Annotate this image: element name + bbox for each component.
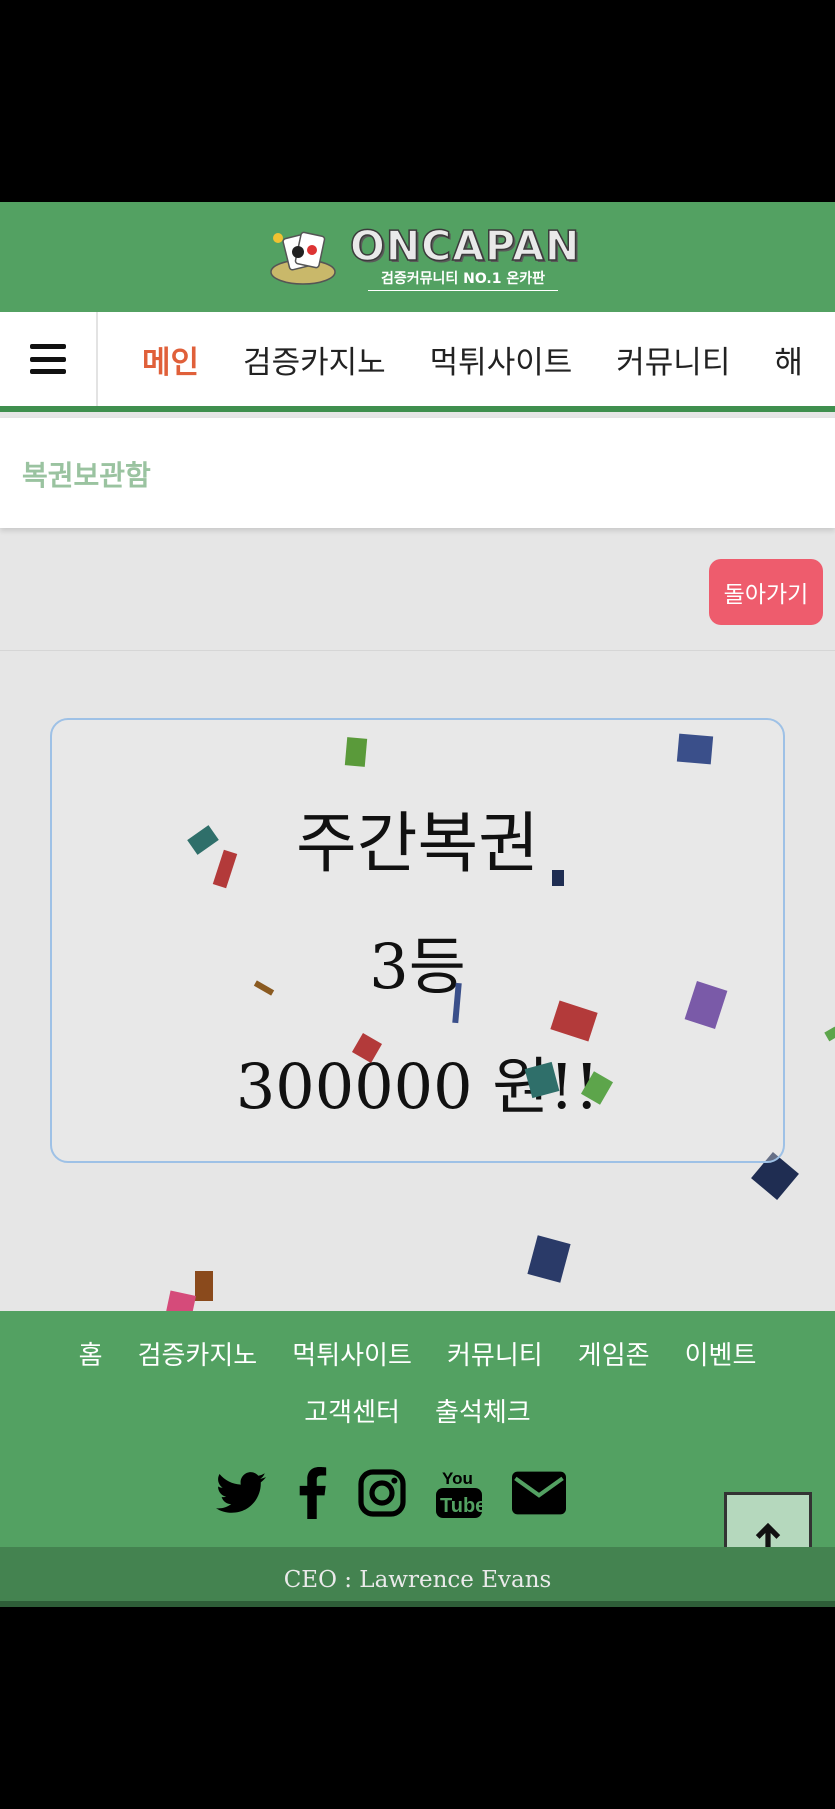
navigation-bar-area <box>0 1607 835 1809</box>
footer-bottom: CEO : Lawrence Evans <box>0 1547 835 1607</box>
nav-items: 메인 검증카지노 먹튀사이트 커뮤니티 해 <box>98 312 825 406</box>
nav-item-scam-sites[interactable]: 먹튀사이트 <box>408 337 595 382</box>
footer-link-verified-casino[interactable]: 검증카지노 <box>138 1329 258 1383</box>
nav-item-overflow[interactable]: 해 <box>752 337 825 382</box>
prize-title: 주간복권 <box>296 805 539 882</box>
social-links: You Tube <box>216 1463 596 1523</box>
ceo-info: CEO : Lawrence Evans <box>283 1567 552 1593</box>
youtube-icon[interactable]: You Tube <box>436 1466 482 1520</box>
instagram-icon[interactable] <box>358 1469 406 1517</box>
nav-item-main[interactable]: 메인 <box>98 337 221 382</box>
nav-item-verified-casino[interactable]: 검증카지노 <box>221 337 408 382</box>
logo-title: ONCAPAN <box>349 221 581 271</box>
back-button[interactable]: 돌아가기 <box>709 559 823 625</box>
footer: 홈 검증카지노 먹튀사이트 커뮤니티 게임존 이벤트 고객센터 출석체크 You… <box>0 1311 835 1547</box>
breadcrumb: 복권보관함 <box>0 418 835 528</box>
svg-text:You: You <box>442 1469 473 1488</box>
page-title: 복권보관함 <box>22 459 151 492</box>
status-bar-area <box>0 0 835 202</box>
prize-card: 주간복권 3등 300000 원!! <box>50 718 785 1163</box>
site-logo[interactable]: ONCAPAN 검증커뮤니티 NO.1 온카판 <box>268 220 580 292</box>
twitter-icon[interactable] <box>216 1471 266 1515</box>
footer-link-home[interactable]: 홈 <box>79 1329 103 1383</box>
footer-links: 홈 검증카지노 먹튀사이트 커뮤니티 게임존 이벤트 고객센터 출석체크 <box>0 1329 835 1443</box>
page: ONCAPAN 검증커뮤니티 NO.1 온카판 메인 검증카지노 먹튀사이트 커… <box>0 202 835 1607</box>
logo-subtitle: 검증커뮤니티 NO.1 온카판 <box>368 268 558 291</box>
nav-item-community[interactable]: 커뮤니티 <box>594 337 752 382</box>
footer-link-event[interactable]: 이벤트 <box>685 1329 757 1383</box>
facebook-icon[interactable] <box>296 1467 328 1519</box>
prize-rank: 3등 <box>369 930 466 1003</box>
footer-link-community[interactable]: 커뮤니티 <box>447 1329 543 1383</box>
logo-mascot-icon <box>270 231 336 285</box>
email-icon[interactable] <box>512 1471 566 1515</box>
footer-link-support[interactable]: 고객센터 <box>304 1386 400 1440</box>
svg-text:Tube: Tube <box>440 1495 482 1517</box>
hamburger-menu-button[interactable] <box>0 312 98 406</box>
footer-link-game-zone[interactable]: 게임존 <box>578 1329 650 1383</box>
hamburger-menu-icon <box>30 344 66 374</box>
header-band: ONCAPAN 검증커뮤니티 NO.1 온카판 <box>0 202 835 312</box>
prize-amount: 300000 원!! <box>235 1050 600 1123</box>
footer-link-scam-sites[interactable]: 먹튀사이트 <box>292 1329 412 1383</box>
prize-section: 주간복권 3등 300000 원!! <box>0 650 835 1313</box>
footer-link-attendance[interactable]: 출석체크 <box>435 1386 531 1440</box>
main-nav: 메인 검증카지노 먹튀사이트 커뮤니티 해 <box>0 312 835 412</box>
